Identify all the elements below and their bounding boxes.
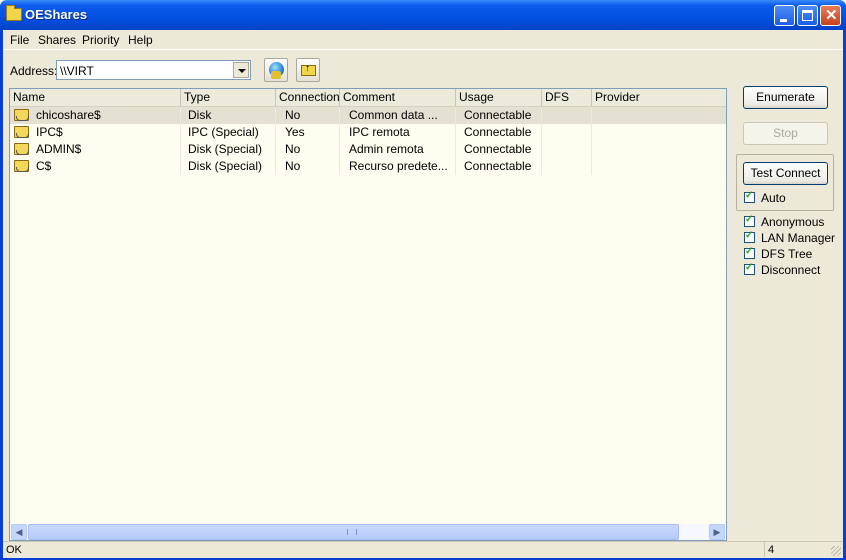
row-usage: Connectable [464, 124, 542, 141]
address-label: Address: [10, 64, 58, 78]
list-header: Name Type Connection Comment Usage DFS P… [10, 89, 726, 107]
close-icon: ✕ [825, 7, 838, 24]
row-dfs [542, 124, 592, 141]
checkmark-icon [744, 262, 755, 275]
row-type: Disk (Special) [188, 158, 276, 175]
row-connection: No [285, 141, 340, 158]
row-dfs [542, 107, 592, 124]
menu-help[interactable]: Help [128, 33, 153, 47]
status-bar: OK 4 [3, 541, 843, 558]
client-area: File Shares Priority Help Address: \\VIR… [3, 30, 843, 558]
row-provider [592, 124, 726, 141]
shared-folder-icon [14, 143, 29, 155]
oeshares-window: OEShares ✕ File Shares Priority Help Add… [0, 0, 846, 560]
address-value[interactable]: \\VIRT [60, 64, 94, 78]
status-text: OK [6, 544, 22, 556]
horizontal-scrollbar[interactable]: ◀ ▶ [11, 524, 725, 540]
menu-file[interactable]: File [10, 33, 29, 47]
row-usage: Connectable [464, 158, 542, 175]
menu-priority[interactable]: Priority [82, 33, 119, 47]
table-row[interactable]: ADMIN$ Disk (Special) No Admin remota Co… [10, 141, 726, 158]
menu-bar: File Shares Priority Help [3, 30, 843, 50]
column-connection[interactable]: Connection [276, 89, 340, 106]
row-type: Disk [188, 107, 276, 124]
checkmark-icon [744, 190, 755, 203]
address-dropdown-button[interactable] [233, 62, 249, 78]
shared-folder-icon [14, 109, 29, 121]
folder-up-icon [301, 63, 316, 76]
row-comment: IPC remota [349, 124, 456, 141]
shared-folder-icon [14, 126, 29, 138]
row-name: chicoshare$ [36, 107, 181, 124]
row-connection: No [285, 107, 340, 124]
scroll-right-icon[interactable]: ▶ [709, 524, 725, 540]
shared-folder-icon [14, 160, 29, 172]
resize-grip-icon[interactable] [831, 546, 841, 556]
stop-button[interactable]: Stop [743, 122, 828, 145]
column-dfs[interactable]: DFS [542, 89, 592, 106]
network-browse-button[interactable] [264, 58, 288, 82]
globe-icon [269, 62, 284, 79]
row-provider [592, 141, 726, 158]
column-comment[interactable]: Comment [340, 89, 456, 106]
up-folder-button[interactable] [296, 58, 320, 82]
checkmark-icon [744, 214, 755, 227]
row-name: IPC$ [36, 124, 181, 141]
column-type[interactable]: Type [181, 89, 276, 106]
window-title: OEShares [25, 7, 88, 22]
row-name: C$ [36, 158, 181, 175]
column-provider[interactable]: Provider [592, 89, 726, 106]
minimize-button[interactable] [774, 5, 795, 26]
row-provider [592, 107, 726, 124]
row-type: IPC (Special) [188, 124, 276, 141]
test-connect-button[interactable]: Test Connect [743, 162, 828, 185]
table-row[interactable]: C$ Disk (Special) No Recurso predete... … [10, 158, 726, 175]
scroll-thumb[interactable] [28, 524, 679, 540]
table-row[interactable]: chicoshare$ Disk No Common data ... Conn… [10, 107, 726, 124]
row-comment: Common data ... [349, 107, 456, 124]
row-usage: Connectable [464, 107, 542, 124]
row-dfs [542, 158, 592, 175]
table-row[interactable]: IPC$ IPC (Special) Yes IPC remota Connec… [10, 124, 726, 141]
row-usage: Connectable [464, 141, 542, 158]
scroll-left-icon[interactable]: ◀ [11, 524, 27, 540]
title-bar[interactable]: OEShares ✕ [0, 0, 846, 30]
close-button[interactable]: ✕ [820, 5, 841, 26]
column-name[interactable]: Name [10, 89, 181, 106]
status-count: 4 [768, 544, 775, 556]
row-dfs [542, 141, 592, 158]
column-usage[interactable]: Usage [456, 89, 542, 106]
folder-app-icon [6, 5, 22, 21]
address-combobox[interactable]: \\VIRT [56, 60, 251, 80]
row-provider [592, 158, 726, 175]
row-connection: No [285, 158, 340, 175]
enumerate-button[interactable]: Enumerate [743, 86, 828, 109]
checkmark-icon [744, 246, 755, 259]
row-connection: Yes [285, 124, 340, 141]
menu-shares[interactable]: Shares [38, 33, 76, 47]
row-type: Disk (Special) [188, 141, 276, 158]
checkmark-icon [744, 230, 755, 243]
row-comment: Admin remota [349, 141, 456, 158]
row-name: ADMIN$ [36, 141, 181, 158]
shares-list[interactable]: Name Type Connection Comment Usage DFS P… [9, 88, 727, 541]
row-comment: Recurso predete... [349, 158, 456, 175]
maximize-button[interactable] [797, 5, 818, 26]
